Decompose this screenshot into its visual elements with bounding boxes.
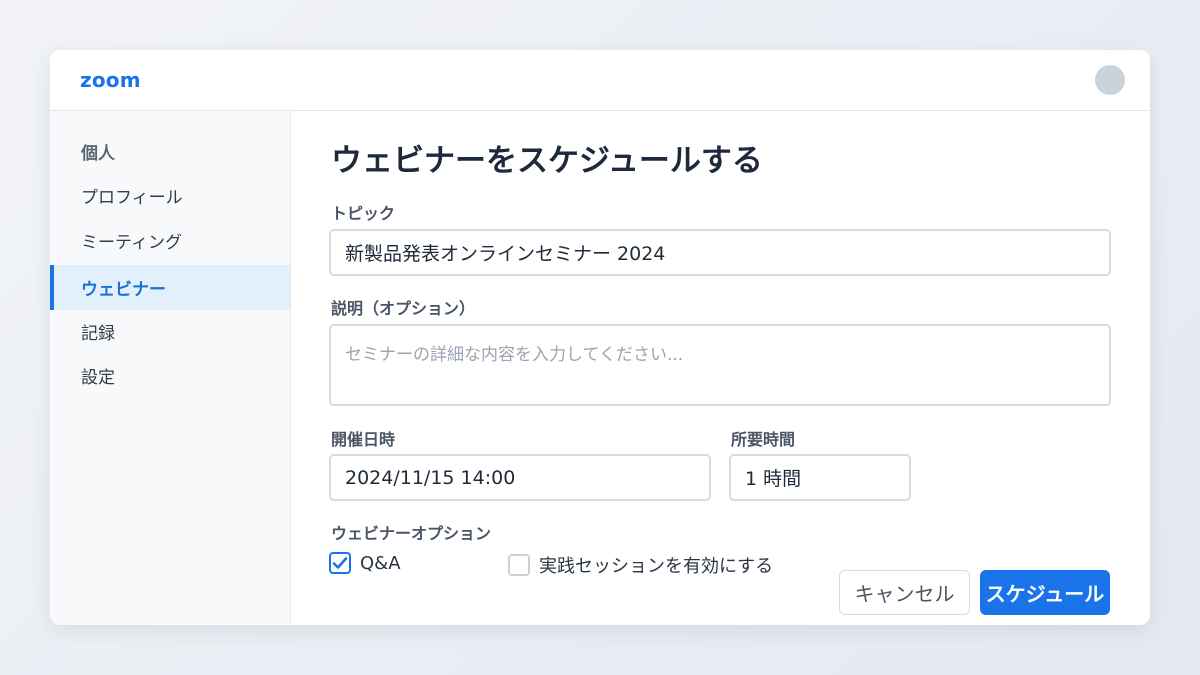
schedule-form: ウェビナーをスケジュールする トピック 新製品発表オンラインセミナー 2024 … bbox=[291, 111, 1150, 625]
sidebar-item-webinars[interactable]: ウェビナー bbox=[50, 265, 290, 310]
cancel-button[interactable]: キャンセル bbox=[839, 570, 970, 615]
datetime-value: 2024/11/15 14:00 bbox=[345, 466, 516, 489]
sidebar-item-label: プロフィール bbox=[81, 188, 183, 208]
sidebar-item-settings[interactable]: 設定 bbox=[50, 353, 290, 398]
sidebar: 個人 プロフィール ミーティング ウェビナー 記録 設定 bbox=[50, 111, 291, 625]
qa-checkbox[interactable] bbox=[329, 552, 351, 574]
topic-label: トピック bbox=[331, 204, 396, 223]
sidebar-item-label: ミーティング bbox=[81, 233, 182, 253]
sidebar-heading: 個人 bbox=[81, 144, 115, 164]
zoom-logo[interactable]: zoom bbox=[80, 68, 141, 92]
sidebar-item-profile[interactable]: プロフィール bbox=[50, 173, 290, 218]
qa-option[interactable]: Q&A bbox=[329, 552, 401, 574]
sidebar-item-recordings[interactable]: 記録 bbox=[50, 309, 290, 354]
sidebar-item-label: ウェビナー bbox=[81, 280, 166, 300]
page-title: ウェビナーをスケジュールする bbox=[331, 143, 763, 179]
description-textarea[interactable]: セミナーの詳細な内容を入力してください... bbox=[329, 324, 1111, 406]
app-window: zoom 個人 プロフィール ミーティング ウェビナー 記録 設定 ウェビナーを… bbox=[50, 50, 1150, 625]
datetime-input[interactable]: 2024/11/15 14:00 bbox=[329, 454, 711, 501]
sidebar-item-meetings[interactable]: ミーティング bbox=[50, 218, 290, 263]
schedule-button[interactable]: スケジュール bbox=[980, 570, 1110, 615]
practice-session-checkbox[interactable] bbox=[508, 554, 530, 576]
description-label: 説明（オプション） bbox=[331, 299, 476, 318]
topic-value: 新製品発表オンラインセミナー 2024 bbox=[345, 243, 666, 265]
check-icon bbox=[332, 557, 348, 569]
practice-session-label: 実践セッションを有効にする bbox=[539, 556, 774, 577]
top-bar: zoom bbox=[50, 50, 1150, 111]
options-label: ウェビナーオプション bbox=[331, 524, 492, 543]
duration-value: 1 時間 bbox=[745, 468, 802, 490]
datetime-label: 開催日時 bbox=[331, 430, 396, 449]
topic-input[interactable]: 新製品発表オンラインセミナー 2024 bbox=[329, 229, 1111, 276]
description-placeholder: セミナーの詳細な内容を入力してください... bbox=[345, 345, 684, 365]
duration-label: 所要時間 bbox=[731, 430, 796, 449]
practice-session-option[interactable]: 実践セッションを有効にする bbox=[508, 552, 773, 578]
avatar[interactable] bbox=[1095, 65, 1125, 95]
sidebar-item-label: 設定 bbox=[81, 368, 115, 388]
qa-option-label: Q&A bbox=[360, 552, 401, 574]
duration-input[interactable]: 1 時間 bbox=[729, 454, 911, 501]
sidebar-item-label: 記録 bbox=[81, 324, 115, 344]
